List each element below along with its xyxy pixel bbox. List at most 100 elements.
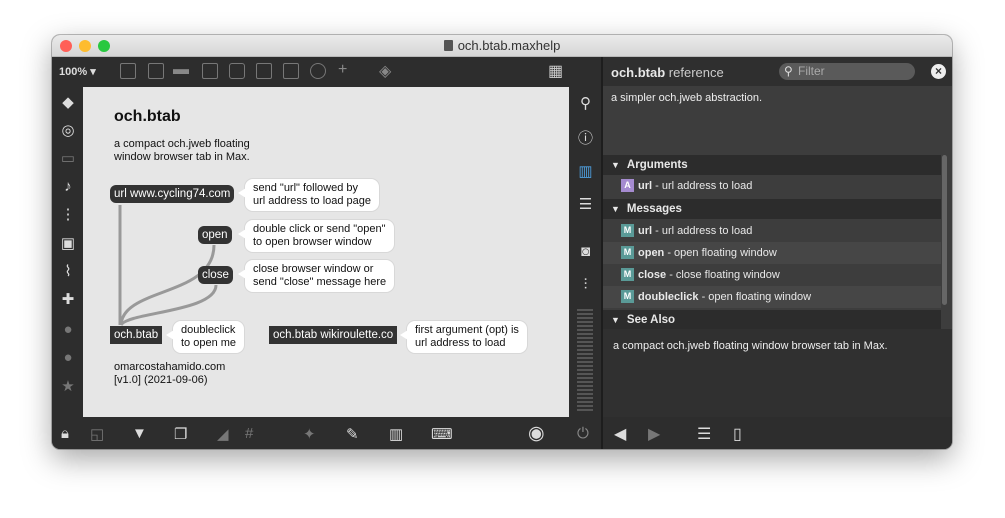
lock-icon[interactable]: 🔒︎ [61, 425, 69, 442]
message-row[interactable]: M doubleclick - open floating window [603, 286, 941, 308]
credit-text: omarcostahamido.com [v1.0] (2021-09-06) [114, 361, 226, 386]
disclosure-triangle-icon: ▼ [611, 160, 620, 170]
menu-list-icon[interactable]: ☰ [697, 424, 711, 444]
list-icon[interactable]: ☰ [577, 196, 594, 213]
step-icon[interactable]: ⋮ [60, 207, 76, 223]
patcher-canvas[interactable]: och.btab a compact och.jweb floating win… [83, 87, 569, 417]
paperclip-icon[interactable]: ⌇ [60, 264, 76, 280]
windows-icon[interactable]: ❐ [174, 425, 187, 443]
right-sidebar: ⚲ ⓘ ▥ ☰ ◙ ⫶ [569, 87, 601, 417]
plug-icon[interactable]: ✚ [60, 292, 76, 308]
reference-description: a compact och.jweb floating window brows… [613, 340, 888, 352]
message-badge-icon: M [621, 268, 634, 281]
message-desc: - close floating window [666, 269, 780, 281]
reference-footer: ◀ ▶ ☰ ▯ [603, 417, 952, 449]
reference-header: och.btab reference ⚲ Filter × [603, 57, 952, 86]
message-name: doubleclick [638, 291, 699, 303]
forward-arrow-icon[interactable]: ▶ [648, 424, 660, 444]
window-title: och.btab.maxhelp [457, 38, 561, 53]
open-comment: double click or send "open" to open brow… [238, 219, 395, 253]
filter-input[interactable]: ⚲ Filter [779, 63, 915, 80]
argument-name: url [638, 180, 653, 192]
vst-icon[interactable]: ● [60, 322, 76, 338]
inspector-info-icon[interactable]: ⓘ [577, 130, 594, 147]
computer-keyboard-icon[interactable]: ⌨ [431, 425, 453, 443]
add-object-icon[interactable]: + [338, 61, 347, 79]
bottom-toolbar: 🔒︎ ◱ ▼ ❐ ◢ # ✦ ✎ ▥ ⌨ ◉ ⏻ [52, 417, 601, 449]
arguments-section-header[interactable]: ▼ Arguments [603, 155, 941, 175]
app-window: och.btab.maxhelp 100% ▾ ▬ + ◈ ▦ ◆ ◎ ▭ ♪ … [52, 35, 952, 449]
search-icon[interactable]: ⚲ [577, 95, 594, 112]
image-icon[interactable]: ▣ [60, 236, 76, 252]
open-document-icon[interactable]: ▯ [733, 424, 742, 444]
reference-title-suffix: reference [668, 65, 724, 80]
patcher-description: a compact och.jweb floating window brows… [114, 138, 250, 163]
zoom-menu[interactable]: 100% ▾ [59, 65, 96, 78]
see-also-section-header[interactable]: ▼ See Also [603, 310, 941, 330]
slider-icon[interactable] [283, 63, 299, 79]
zoom-level: 100% [59, 66, 88, 78]
messages-section-header[interactable]: ▼ Messages [603, 199, 941, 219]
close-message-box[interactable]: close [198, 266, 233, 284]
message-box-icon[interactable] [148, 63, 164, 79]
btab-object[interactable]: och.btab [110, 326, 163, 344]
message-name: url [638, 225, 653, 237]
message-row[interactable]: M open - open floating window [603, 242, 941, 264]
open-message-box[interactable]: open [198, 226, 232, 244]
url-message-box[interactable]: url www.cycling74.com [110, 185, 235, 203]
btab-comment: doubleclick to open me [165, 320, 246, 354]
reference-book-icon[interactable]: ▥ [577, 163, 594, 180]
bpatcher-icon[interactable]: ● [60, 350, 76, 366]
back-arrow-icon[interactable]: ◀ [614, 424, 626, 444]
level-meter [577, 309, 593, 413]
patcher-toolbar: 100% ▾ ▬ + ◈ ▦ [52, 57, 601, 87]
reference-scrollbar[interactable] [942, 155, 947, 305]
play-icon[interactable] [256, 63, 272, 79]
message-row[interactable]: M close - close floating window [603, 264, 941, 286]
message-desc: - url address to load [652, 225, 753, 237]
paint-bucket-icon[interactable]: ◈ [379, 61, 391, 81]
argument-row[interactable]: A url - url address to load [603, 175, 941, 197]
target-icon[interactable]: ◎ [60, 123, 76, 139]
btab-wiki-object[interactable]: och.btab wikiroulette.co [269, 326, 398, 344]
argument-desc: - url address to load [652, 180, 753, 192]
reference-digest: a simpler och.jweb abstraction. [611, 92, 763, 104]
mixer-icon[interactable]: ⫶ [577, 276, 594, 293]
message-name: close [638, 269, 667, 281]
power-icon[interactable]: ⏻ [577, 425, 589, 442]
select-icon[interactable]: ◱ [90, 425, 104, 443]
reference-object-name: och.btab [611, 65, 666, 80]
disclosure-triangle-icon: ▼ [611, 315, 620, 325]
audio-play-icon[interactable]: ◉ [528, 422, 545, 445]
close-comment: close browser window or send "close" mes… [237, 259, 396, 293]
title-bar: och.btab.maxhelp [52, 35, 952, 57]
presentation-panel-icon[interactable]: ▭ [60, 151, 76, 167]
wand-icon[interactable]: ✦ [303, 425, 316, 443]
close-icon[interactable]: × [931, 64, 946, 79]
dial-icon[interactable] [310, 63, 326, 79]
message-row[interactable]: M url - url address to load [603, 220, 941, 242]
object-box-icon[interactable] [120, 63, 136, 79]
message-badge-icon: M [621, 224, 634, 237]
music-note-icon[interactable]: ♪ [60, 179, 76, 195]
star-icon[interactable]: ★ [60, 379, 76, 395]
button-icon[interactable] [229, 63, 245, 79]
left-sidebar: ◆ ◎ ▭ ♪ ⋮ ▣ ⌇ ✚ ● ● ★ [52, 87, 83, 417]
comment-icon[interactable]: ▬ [173, 61, 189, 79]
new-object-icon[interactable]: ◆ [60, 95, 76, 111]
presentation-icon[interactable]: ▼ [132, 425, 147, 442]
url-comment: send "url" followed by url address to lo… [237, 178, 381, 212]
patcher-title: och.btab [114, 108, 181, 125]
toggle-icon[interactable] [202, 63, 218, 79]
wiki-comment: first argument (opt) is url address to l… [400, 320, 528, 354]
grid-icon[interactable]: ▦ [548, 61, 563, 81]
keyboard-icon[interactable]: ▥ [389, 425, 403, 443]
message-badge-icon: M [621, 246, 634, 259]
mute-icon[interactable]: ◢ [217, 425, 229, 443]
wrench-icon[interactable]: ✎ [346, 425, 359, 443]
disclosure-triangle-icon: ▼ [611, 204, 620, 214]
snapshot-camera-icon[interactable]: ◙ [577, 243, 594, 260]
message-name: open [638, 247, 665, 259]
argument-badge-icon: A [621, 179, 634, 192]
grid-snap-icon[interactable]: # [245, 425, 253, 442]
